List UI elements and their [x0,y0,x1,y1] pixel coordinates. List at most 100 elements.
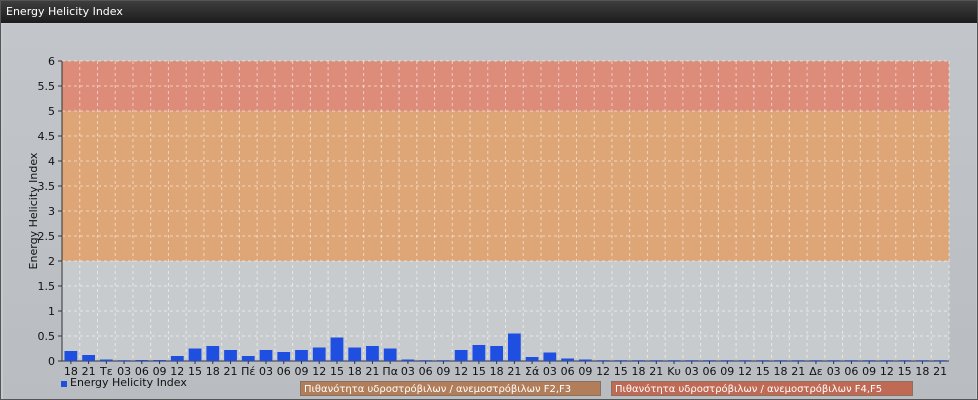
x-tick-label-22: 12 [454,365,468,378]
y-tick-label-2: 1 [48,305,55,318]
bar-27 [543,352,557,361]
bar-48 [916,360,929,361]
bar-8 [206,346,220,361]
bar-6 [170,356,184,361]
x-tick-label-17: 21 [365,365,379,378]
x-tick-label-9: 21 [224,365,238,378]
x-tick-label-7: 15 [188,365,202,378]
x-tick-label-37: 09 [720,365,734,378]
x-tick-label-11: 03 [259,365,273,378]
bar-42 [809,360,823,361]
x-tick-label-42: Δε [809,365,823,378]
legend-band-f4-f5: Πιθανότητα υδροστρόβιλων / ανεμοστρόβιλω… [611,381,913,396]
x-tick-label-25: 21 [507,365,521,378]
bar-35 [685,360,699,361]
x-tick-label-31: 15 [614,365,628,378]
y-tick-label-8: 4 [48,155,55,168]
bar-33 [649,360,663,361]
window-title: Energy Helicity Index [1,1,977,23]
bar-36 [703,360,716,361]
x-tick-label-29: 09 [578,365,592,378]
y-tick-label-5: 2.5 [38,230,56,243]
bar-34 [667,360,681,361]
bar-20 [419,360,433,361]
x-tick-label-23: 15 [472,365,486,378]
x-tick-label-24: 18 [490,365,504,378]
x-tick-label-19: 03 [401,365,415,378]
bar-4 [135,360,149,361]
bar-25 [507,333,521,361]
x-tick-label-48: 18 [915,365,929,378]
bar-24 [490,346,504,361]
x-tick-label-20: 06 [419,365,433,378]
x-tick-label-8: 18 [206,365,220,378]
x-tick-label-44: 06 [844,365,858,378]
y-tick-label-11: 5.5 [38,80,56,93]
chart-panel: 0 0.5 1 1.5 2 2.5 3 3.5 4 4.5 5 5.5 6 Energy Helicity… [3,24,976,399]
x-tick-label-14: 12 [312,365,326,378]
bar-49 [933,360,947,361]
bar-10 [241,356,255,361]
x-tick-label-27: 03 [543,365,557,378]
bar-1 [82,355,95,361]
legend-band-f2-f3: Πιθανότητα υδροστρόβιλων / ανεμοστρόβιλω… [300,381,601,396]
y-tick-label-0: 0 [48,355,55,368]
x-tick-label-40: 18 [773,365,787,378]
bar-21 [437,360,450,361]
bar-47 [898,360,912,361]
chart-window: Energy Helicity Index 0 0.5 1 1.5 2 2.5 3 3.5 4 4… [0,0,978,400]
bar-26 [525,357,539,361]
bar-29 [578,359,592,361]
bar-12 [277,352,291,361]
x-tick-label-12: 06 [277,365,291,378]
x-tick-label-35: 03 [685,365,699,378]
x-tick-label-15: 15 [330,365,344,378]
x-tick-label-21: 09 [436,365,450,378]
bar-30 [596,360,610,361]
legend-swatch [61,381,67,387]
x-tick-label-49: 21 [933,365,947,378]
y-tick-label-12: 6 [48,55,55,68]
bar-23 [472,345,486,361]
bar-7 [188,348,202,361]
bar-5 [153,360,166,361]
x-tick-label-28: 06 [561,365,575,378]
bar-44 [845,360,858,361]
bar-0 [64,351,78,361]
bar-45 [862,360,876,361]
bar-18 [383,348,397,361]
y-axis-title: Energy Helicity Index [27,152,40,269]
bar-41 [791,360,805,361]
bar-11 [259,350,273,361]
bar-13 [295,350,308,361]
bar-31 [614,360,628,361]
x-tick-label-34: Κυ [667,365,681,378]
x-tick-label-38: 12 [738,365,752,378]
bar-28 [561,358,574,361]
x-tick-label-13: 09 [294,365,308,378]
bar-32 [632,360,645,361]
x-tick-label-10: Πέ [241,365,255,378]
x-tick-label-18: Πα [382,365,398,378]
bar-38 [738,360,752,361]
bar-17 [366,346,379,361]
bar-3 [117,360,131,361]
y-tick-label-9: 4.5 [38,130,56,143]
y-tick-label-10: 5 [48,105,55,118]
bar-14 [312,347,326,361]
bar-16 [348,347,362,361]
bar-19 [401,359,415,361]
energy-helicity-chart: 0 0.5 1 1.5 2 2.5 3 3.5 4 4.5 5 5.5 6 Energy Helicity… [27,55,950,389]
y-tick-label-1: 0.5 [38,330,56,343]
bar-15 [330,337,344,361]
x-tick-label-46: 12 [880,365,894,378]
x-tick-label-45: 09 [862,365,876,378]
y-tick-label-3: 1.5 [38,280,56,293]
x-tick-label-30: 12 [596,365,610,378]
y-tick-label-4: 2 [48,255,55,268]
bar-46 [880,360,894,361]
x-tick-label-33: 21 [649,365,663,378]
bar-43 [827,360,841,361]
y-tick-label-7: 3.5 [38,180,56,193]
x-tick-label-43: 03 [827,365,841,378]
